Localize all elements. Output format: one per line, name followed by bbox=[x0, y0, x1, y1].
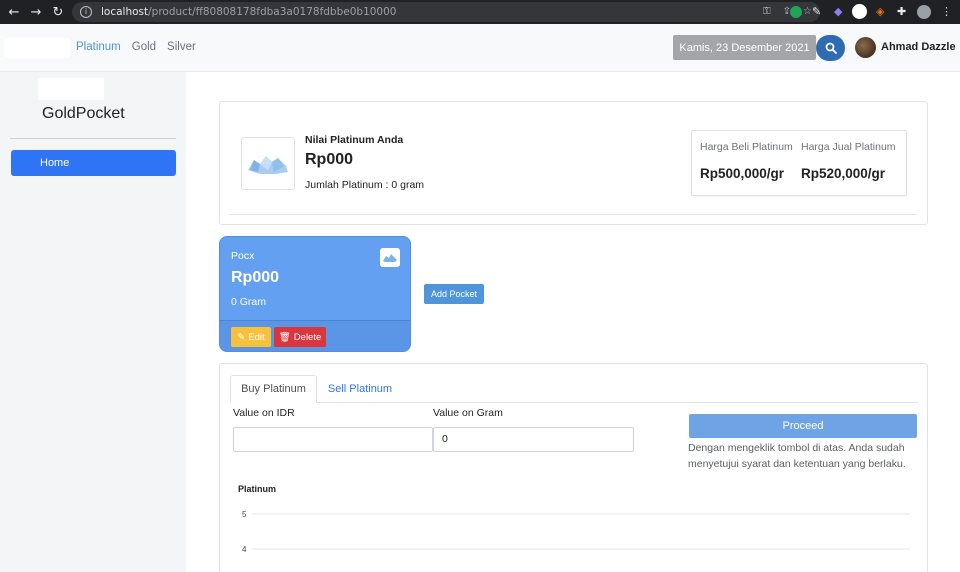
summary-divider bbox=[230, 214, 917, 215]
sidebar-title: GoldPocket bbox=[42, 105, 125, 122]
address-bar-actions: ⚿ ⇪ ☆ bbox=[763, 6, 812, 17]
buy-price-label: Harga Beli Platinum bbox=[700, 141, 793, 153]
extensions-puzzle-icon[interactable]: ✚ bbox=[897, 5, 911, 19]
url-host: localhost bbox=[101, 6, 149, 18]
user-name[interactable]: Ahmad Dazzle bbox=[881, 41, 956, 53]
nav-link-gold[interactable]: Gold bbox=[132, 41, 156, 53]
browser-menu-icon[interactable]: ⋮ bbox=[941, 5, 952, 19]
add-pocket-button[interactable]: Add Pocket bbox=[424, 284, 484, 304]
proceed-button[interactable]: Proceed bbox=[689, 414, 917, 438]
platinum-crystal-icon bbox=[248, 155, 288, 174]
circle-extension-icon[interactable] bbox=[852, 4, 867, 19]
delete-label: Delete bbox=[293, 331, 322, 343]
price-box: Harga Beli Platinum Rp500,000/gr Harga J… bbox=[691, 130, 907, 196]
search-icon bbox=[825, 42, 837, 54]
url-text: localhost/product/ff80808178fdba3a0178fd… bbox=[101, 6, 396, 18]
platinum-thumbnail bbox=[241, 137, 295, 190]
back-icon[interactable]: ← bbox=[3, 5, 25, 20]
url-path: /product/ff80808178fdba3a0178fdbbe0b1000… bbox=[148, 6, 397, 18]
pocket-platinum-icon bbox=[380, 248, 400, 267]
buy-price-value: Rp500,000/gr bbox=[700, 166, 785, 181]
nav-link-platinum[interactable]: Platinum bbox=[76, 41, 121, 53]
pocket-name: Pocx bbox=[231, 250, 255, 262]
tab-sell-platinum[interactable]: Sell Platinum bbox=[320, 375, 400, 403]
reload-icon[interactable]: ↻ bbox=[47, 5, 69, 20]
site-info-icon[interactable]: i bbox=[80, 6, 92, 18]
purple-extension-icon[interactable]: ◆ bbox=[834, 5, 848, 19]
edit-pocket-button[interactable]: ✎ Edit bbox=[231, 327, 271, 347]
pocket-actions: ✎ Edit 🗑 Delete bbox=[220, 320, 410, 351]
tab-buy-platinum[interactable]: Buy Platinum bbox=[230, 375, 317, 403]
key-icon[interactable]: ⚿ bbox=[763, 6, 771, 17]
metamask-fox-icon[interactable]: ◈ bbox=[876, 5, 890, 19]
user-avatar[interactable] bbox=[855, 37, 876, 58]
sidebar-item-home[interactable]: Home bbox=[11, 150, 176, 176]
sidebar-divider bbox=[10, 138, 176, 139]
gram-input[interactable]: 0 bbox=[433, 427, 634, 452]
search-button[interactable] bbox=[816, 35, 845, 61]
metal-nav: Platinum Gold Silver bbox=[76, 41, 196, 53]
buy-price-column: Harga Beli Platinum Rp500,000/gr bbox=[700, 141, 793, 181]
pocket-card[interactable]: Pocx Rp000 0 Gram ✎ Edit 🗑 Delete bbox=[219, 236, 411, 352]
bookmark-star-icon[interactable]: ☆ bbox=[803, 6, 812, 17]
nav-link-silver[interactable]: Silver bbox=[167, 41, 196, 53]
summary-quantity: Jumlah Platinum : 0 gram bbox=[305, 179, 425, 191]
grammarly-extension-icon[interactable] bbox=[790, 6, 802, 18]
summary-value: Rp000 bbox=[305, 151, 354, 168]
sidebar-logo bbox=[38, 78, 104, 100]
idr-label: Value on IDR bbox=[233, 407, 295, 419]
gram-label: Value on Gram bbox=[433, 407, 503, 419]
sell-price-value: Rp520,000/gr bbox=[801, 166, 886, 181]
brand-logo[interactable] bbox=[4, 38, 70, 58]
date-badge: Kamis, 23 Desember 2021 bbox=[673, 35, 816, 60]
delete-pocket-button[interactable]: 🗑 Delete bbox=[274, 327, 326, 347]
sell-price-label: Harga Jual Platinum bbox=[801, 141, 896, 153]
platinum-chart: Platinum 54 bbox=[230, 482, 920, 572]
agreement-text: Dengan mengeklik tombol di atas. Anda su… bbox=[688, 442, 906, 470]
idr-input[interactable] bbox=[233, 427, 433, 452]
pen-extension-icon[interactable]: ✎ bbox=[812, 5, 826, 19]
chart-svg: 54 bbox=[242, 510, 910, 554]
pocket-gram: 0 Gram bbox=[231, 296, 267, 308]
top-navbar: Platinum Gold Silver Kamis, 23 Desember … bbox=[0, 24, 960, 72]
trade-card: Buy Platinum Sell Platinum Value on IDR … bbox=[219, 363, 928, 572]
address-bar[interactable]: i localhost/product/ff80808178fdba3a0178… bbox=[72, 2, 820, 22]
profile-avatar-icon[interactable] bbox=[917, 5, 931, 19]
y-tick-label: 4 bbox=[242, 545, 247, 554]
edit-label: Edit bbox=[248, 331, 265, 343]
edit-icon: ✎ bbox=[237, 331, 246, 343]
platinum-summary-card: Nilai Platinum Anda Rp000 Jumlah Platinu… bbox=[219, 101, 928, 225]
forward-icon[interactable]: → bbox=[25, 5, 47, 20]
trash-icon: 🗑 bbox=[278, 331, 291, 343]
sell-price-column: Harga Jual Platinum Rp520,000/gr bbox=[801, 141, 896, 181]
pocket-value: Rp000 bbox=[231, 269, 280, 286]
sidebar: GoldPocket Home bbox=[0, 72, 186, 572]
y-tick-label: 5 bbox=[242, 510, 247, 519]
summary-label: Nilai Platinum Anda bbox=[305, 134, 404, 146]
